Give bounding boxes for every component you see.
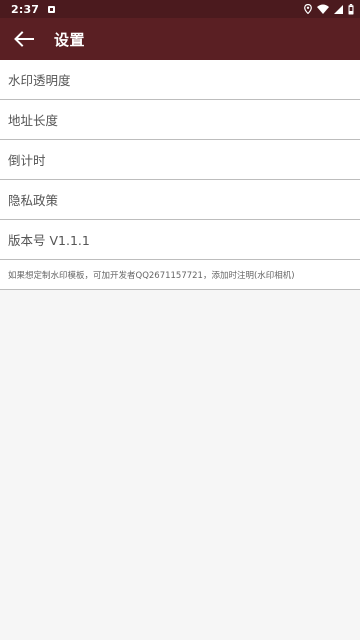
page-title: 设置 xyxy=(54,30,86,49)
wifi-icon xyxy=(317,4,329,14)
settings-item-privacy-policy[interactable]: 隐私政策 xyxy=(0,180,360,220)
settings-list: 水印透明度 地址长度 倒计时 隐私政策 版本号 V1.1.1 如果想定制水印模板… xyxy=(0,60,360,290)
signal-icon xyxy=(334,4,343,14)
status-icons xyxy=(304,3,354,15)
settings-item-address-length[interactable]: 地址长度 xyxy=(0,100,360,140)
app-bar: 设置 xyxy=(0,18,360,60)
arrow-back-icon xyxy=(14,31,34,47)
status-bar: 2:37 xyxy=(0,0,360,18)
settings-item-version[interactable]: 版本号 V1.1.1 xyxy=(0,220,360,260)
developer-contact-note: 如果想定制水印模板，可加开发者QQ2671157721，添加时注明(水印相机) xyxy=(0,260,360,290)
settings-item-label: 版本号 V1.1.1 xyxy=(8,233,90,248)
settings-item-label: 倒计时 xyxy=(8,153,46,168)
settings-item-countdown[interactable]: 倒计时 xyxy=(0,140,360,180)
note-text: 如果想定制水印模板，可加开发者QQ2671157721，添加时注明(水印相机) xyxy=(8,270,295,281)
notification-icon xyxy=(48,5,56,13)
settings-item-label: 隐私政策 xyxy=(8,193,59,208)
location-icon xyxy=(304,4,312,14)
settings-item-label: 地址长度 xyxy=(8,113,59,128)
status-time: 2:37 xyxy=(11,2,40,16)
battery-icon xyxy=(348,3,354,14)
settings-item-label: 水印透明度 xyxy=(8,73,71,88)
settings-item-watermark-opacity[interactable]: 水印透明度 xyxy=(0,60,360,100)
back-button[interactable] xyxy=(12,27,36,51)
